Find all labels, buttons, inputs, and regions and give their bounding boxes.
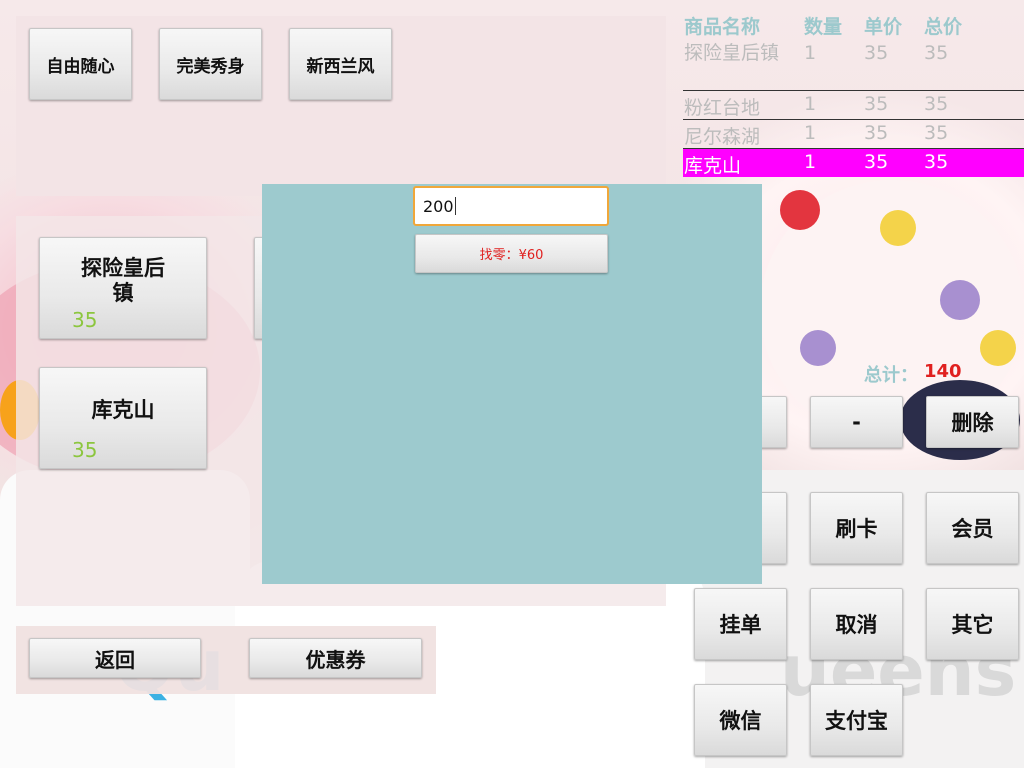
category-button[interactable]: 完美秀身 [159,28,262,100]
header-name: 商品名称 [684,15,761,38]
product-button[interactable]: 探险皇后镇 35 [39,237,207,339]
total-value: 140 [924,361,962,382]
order-item-total: 35 [924,151,949,173]
order-item-name: 库克山 [684,155,742,177]
alipay-button[interactable]: 支付宝 [810,684,903,756]
order-table: 商品名称 数量 单价 总价 探险皇后镇 1 35 35 粉红台地 1 35 35… [683,10,1024,177]
cash-amount-value: 200 [423,196,454,216]
order-item-qty: 1 [804,42,817,64]
product-price: 35 [72,438,98,462]
card-button[interactable]: 刷卡 [810,492,903,564]
order-item-name: 粉红台地 [684,97,761,119]
order-item-qty: 1 [804,93,817,115]
order-item-name: 探险皇后镇 [684,42,780,64]
order-item-unit: 35 [864,151,889,173]
header-total-price: 总价 [924,15,963,38]
category-button[interactable]: 自由随心 [29,28,132,100]
product-price: 35 [72,308,98,332]
order-item-unit: 35 [864,93,889,115]
header-qty: 数量 [804,15,843,38]
order-row-selected[interactable]: 库克山 1 35 35 [683,149,1024,177]
product-button[interactable]: 库克山 35 [39,367,207,469]
order-item-qty: 1 [804,122,817,144]
total-label: 总计： [864,365,918,386]
order-item-total: 35 [924,93,949,115]
order-row[interactable]: 粉红台地 1 35 35 [683,91,1024,120]
minus-button[interactable]: - [810,396,903,448]
cancel-button[interactable]: 取消 [810,588,903,660]
product-name: 探险皇后镇 [81,256,165,305]
wechat-pay-button[interactable]: 微信 [694,684,787,756]
back-button[interactable]: 返回 [29,638,201,678]
order-item-unit: 35 [864,122,889,144]
order-item-unit: 35 [864,42,889,64]
order-row[interactable]: 探险皇后镇 1 35 35 [683,40,1024,91]
member-button[interactable]: 会员 [926,492,1019,564]
change-button[interactable]: 找零：¥60 [415,234,608,273]
cash-payment-dialog: 200 找零：¥60 [262,184,762,584]
product-name: 库克山 [91,398,155,422]
header-unit-price: 单价 [864,15,903,38]
order-item-total: 35 [924,42,949,64]
hold-order-button[interactable]: 挂单 [694,588,787,660]
order-item-qty: 1 [804,151,817,173]
order-item-total: 35 [924,122,949,144]
order-row[interactable]: 尼尔森湖 1 35 35 [683,120,1024,149]
coupon-button[interactable]: 优惠券 [249,638,422,678]
cash-amount-input[interactable]: 200 [413,186,609,226]
other-button[interactable]: 其它 [926,588,1019,660]
order-item-name: 尼尔森湖 [684,126,761,148]
category-button[interactable]: 新西兰风 [289,28,392,100]
order-table-header: 商品名称 数量 单价 总价 [683,10,1024,40]
delete-button[interactable]: 删除 [926,396,1019,448]
